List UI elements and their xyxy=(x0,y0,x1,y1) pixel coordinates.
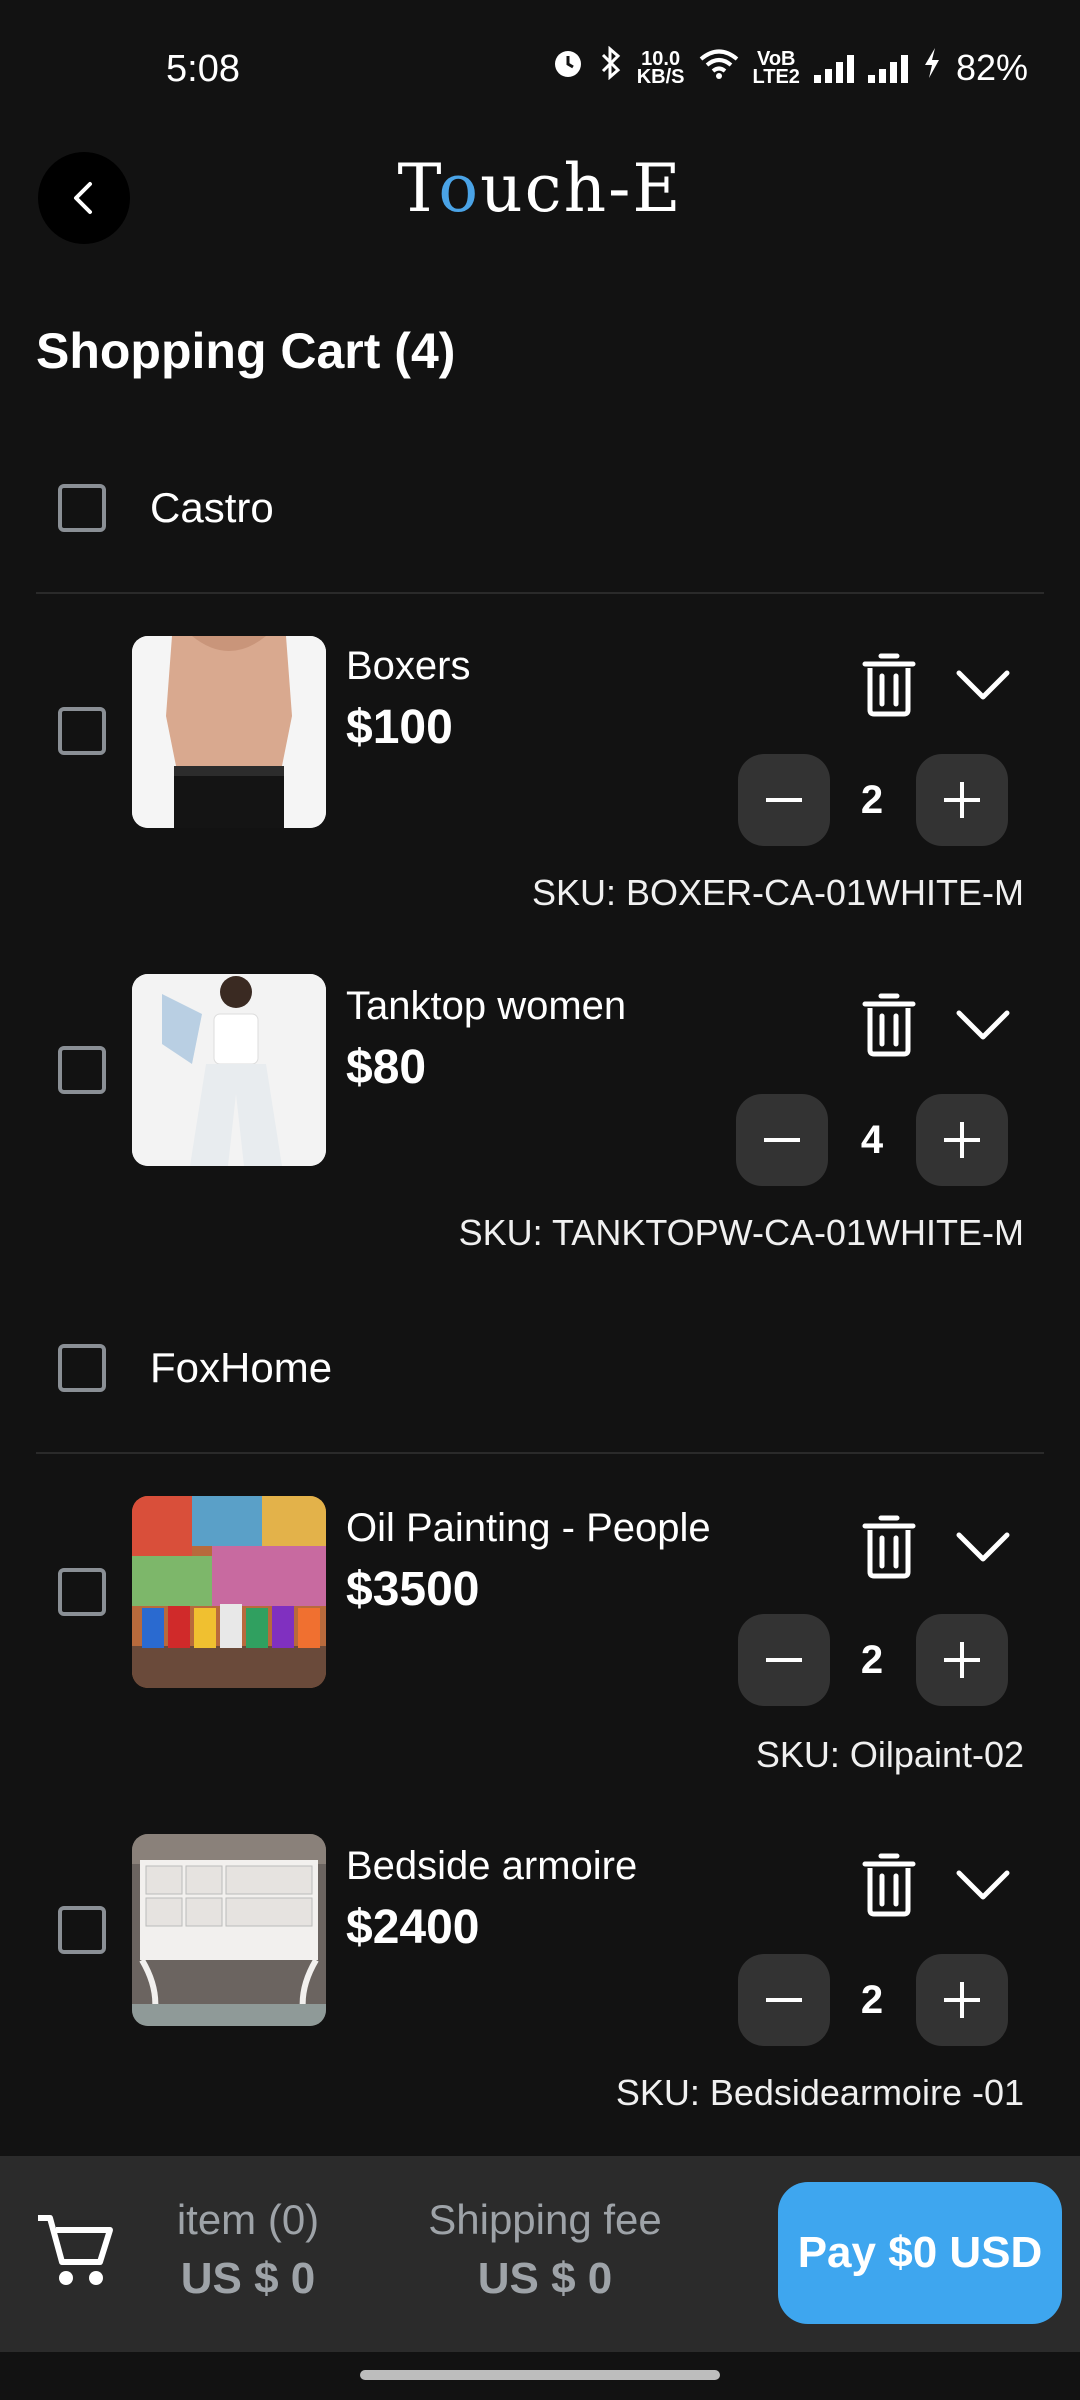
item-sku: SKU: Oilpaint-02 xyxy=(755,1734,1024,1775)
expand-button[interactable] xyxy=(948,650,1018,720)
quantity-value: 2 xyxy=(860,778,884,822)
net-speed-indicator: 10.0 KB/S xyxy=(636,47,685,88)
app-header: Touch-E xyxy=(0,140,1080,260)
increase-qty-button[interactable] xyxy=(916,1614,1008,1706)
item-checkbox[interactable] xyxy=(58,1568,106,1616)
item-sku: SKU: Bedsidearmoire -01 xyxy=(615,2072,1024,2113)
plus-icon xyxy=(944,1122,980,1158)
item-checkbox[interactable] xyxy=(58,1906,106,1954)
status-bar: 5:08 10.0 KB/S VoB LTE2 82% xyxy=(0,0,1080,140)
shipping-summary: Shipping fee US $ 0 xyxy=(400,2196,690,2304)
quantity-value: 2 xyxy=(860,1638,884,1682)
item-image-tanktop xyxy=(132,974,326,1166)
item-name: Boxers xyxy=(346,644,471,688)
net-speed-value: 10.0 xyxy=(641,47,681,70)
volte-bottom: LTE2 xyxy=(752,65,800,88)
expand-button[interactable] xyxy=(948,990,1018,1060)
decrease-qty-button[interactable] xyxy=(738,1954,830,2046)
chevron-down-icon xyxy=(956,670,1010,700)
store-name: FoxHome xyxy=(150,1344,333,1391)
alarm-icon xyxy=(551,46,585,89)
plus-icon xyxy=(944,782,980,818)
item-name: Bedside armoire xyxy=(346,1844,638,1888)
delete-button[interactable] xyxy=(854,1850,924,1920)
item-image-armoire xyxy=(132,1834,326,2026)
trash-icon xyxy=(862,653,916,717)
signal-icon xyxy=(813,53,854,83)
status-time: 5:08 xyxy=(166,48,240,90)
net-speed-unit: KB/S xyxy=(636,65,685,88)
item-price: $100 xyxy=(346,701,453,754)
shipping-fee-value: US $ 0 xyxy=(477,2254,613,2303)
item-image-boxers xyxy=(132,636,326,828)
item-name: Oil Painting - People xyxy=(346,1506,711,1550)
minus-icon xyxy=(766,798,802,802)
store-name: Castro xyxy=(150,484,274,531)
decrease-qty-button[interactable] xyxy=(738,754,830,846)
checkout-bar: item (0) US $ 0 Shipping fee US $ 0 Pay … xyxy=(0,2156,1080,2352)
page-title: Shopping Cart (4) xyxy=(36,323,456,379)
minus-icon xyxy=(766,1998,802,2002)
item-image-oil-painting xyxy=(132,1496,326,1688)
battery-charging-icon xyxy=(922,46,942,89)
item-checkbox[interactable] xyxy=(58,707,106,755)
item-sku: SKU: TANKTOPW-CA-01WHITE-M xyxy=(458,1212,1024,1253)
trash-icon xyxy=(862,1515,916,1579)
increase-qty-button[interactable] xyxy=(916,1954,1008,2046)
shipping-fee-label: Shipping fee xyxy=(428,2196,662,2243)
signal-icon xyxy=(867,53,908,83)
items-count-label: item (0) xyxy=(176,2196,320,2243)
item-price: $2400 xyxy=(346,1901,480,1954)
item-sku: SKU: BOXER-CA-01WHITE-M xyxy=(531,872,1024,913)
expand-button[interactable] xyxy=(948,1512,1018,1582)
expand-button[interactable] xyxy=(948,1850,1018,1920)
cart-icon[interactable] xyxy=(34,2210,116,2297)
quantity-value: 2 xyxy=(860,1978,884,2022)
decrease-qty-button[interactable] xyxy=(738,1614,830,1706)
divider xyxy=(36,592,1044,594)
increase-qty-button[interactable] xyxy=(916,1094,1008,1186)
chevron-down-icon xyxy=(956,1010,1010,1040)
delete-button[interactable] xyxy=(854,1512,924,1582)
chevron-down-icon xyxy=(956,1532,1010,1562)
delete-button[interactable] xyxy=(854,990,924,1060)
items-summary: item (0) US $ 0 xyxy=(150,2196,346,2304)
minus-icon xyxy=(764,1138,800,1142)
home-indicator[interactable] xyxy=(360,2370,720,2380)
trash-icon xyxy=(862,1853,916,1917)
pay-button[interactable]: Pay $0 USD xyxy=(778,2182,1062,2324)
delete-button[interactable] xyxy=(854,650,924,720)
increase-qty-button[interactable] xyxy=(916,754,1008,846)
items-total-value: US $ 0 xyxy=(180,2254,316,2303)
item-checkbox[interactable] xyxy=(58,1046,106,1094)
item-name: Tanktop women xyxy=(346,984,627,1028)
wifi-icon xyxy=(699,47,739,89)
store-checkbox-castro[interactable] xyxy=(58,484,106,532)
item-price: $3500 xyxy=(346,1563,480,1616)
plus-icon xyxy=(944,1642,980,1678)
trash-icon xyxy=(862,993,916,1057)
decrease-qty-button[interactable] xyxy=(736,1094,828,1186)
plus-icon xyxy=(944,1982,980,2018)
quantity-value: 4 xyxy=(860,1118,884,1162)
minus-icon xyxy=(766,1658,802,1662)
battery-percent: 82% xyxy=(955,46,1028,88)
item-price: $80 xyxy=(346,1041,427,1094)
volte-indicator: VoB LTE2 xyxy=(752,47,800,88)
chevron-down-icon xyxy=(956,1870,1010,1900)
bluetooth-icon xyxy=(599,45,623,89)
store-checkbox-foxhome[interactable] xyxy=(58,1344,106,1392)
divider xyxy=(36,1452,1044,1454)
status-icons: 10.0 KB/S VoB LTE2 82% xyxy=(551,45,1028,89)
app-logo: Touch-E xyxy=(397,150,683,227)
volte-top: VoB xyxy=(756,47,796,70)
